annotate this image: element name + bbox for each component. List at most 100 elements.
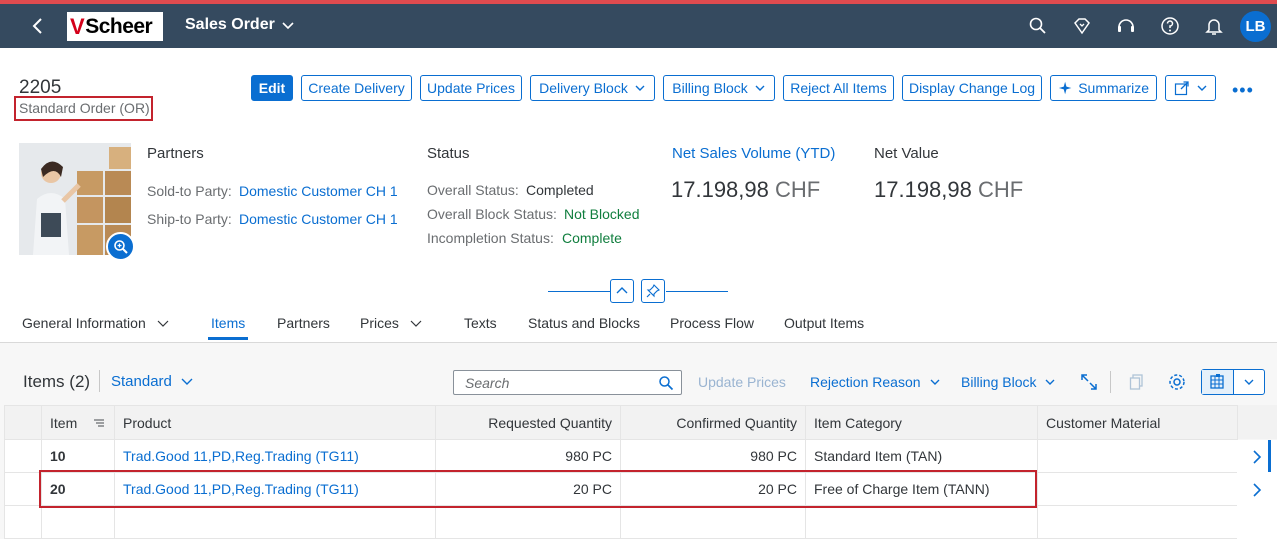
create-delivery-button[interactable]: Create Delivery <box>301 75 412 101</box>
column-header-item[interactable]: Item <box>41 405 115 440</box>
gear-icon <box>1169 374 1185 390</box>
shell-help-button[interactable] <box>1159 15 1181 37</box>
chevron-up-icon <box>616 287 628 294</box>
tab-general-information-label: General Information <box>22 315 146 331</box>
fullscreen-icon <box>1081 374 1097 390</box>
shell-support-button[interactable] <box>1115 15 1137 37</box>
logo-text: Scheer <box>85 14 153 38</box>
table-row[interactable]: 10 Trad.Good 11,PD,Reg.Trading (TG11) 98… <box>4 439 1238 473</box>
incompletion-status-value: Complete <box>562 230 622 246</box>
user-avatar[interactable]: LB <box>1240 11 1271 42</box>
export-options-button[interactable] <box>1234 370 1264 394</box>
delivery-block-menu[interactable]: Delivery Block <box>530 75 655 101</box>
customer-material-cell <box>1037 472 1238 506</box>
tab-texts[interactable]: Texts <box>464 315 497 331</box>
tab-output-items[interactable]: Output Items <box>784 315 864 331</box>
pin-header-button[interactable] <box>641 279 665 303</box>
empty-table-row <box>4 505 1238 539</box>
items-update-prices-button[interactable]: Update Prices <box>698 374 786 390</box>
table-header-row: Item Product Requested Quantity Confirme… <box>4 405 1238 440</box>
shell-bar: V Scheer Sales Order LB <box>0 4 1277 48</box>
image-zoom-button[interactable] <box>106 232 135 261</box>
status-section-title: Status <box>427 145 470 162</box>
search-icon[interactable] <box>658 375 674 391</box>
share-menu-button[interactable] <box>1165 75 1216 101</box>
column-header-requested-quantity[interactable]: Requested Quantity <box>435 405 621 440</box>
net-sales-amount: 17.198,98 <box>671 177 769 202</box>
tab-process-flow[interactable]: Process Flow <box>670 315 754 331</box>
update-prices-button[interactable]: Update Prices <box>420 75 522 101</box>
tab-items[interactable]: Items <box>211 315 245 331</box>
column-selector-header[interactable] <box>4 405 42 440</box>
more-actions-icon[interactable]: ••• <box>1232 80 1254 101</box>
column-header-item-category[interactable]: Item Category <box>805 405 1038 440</box>
row-navigation-button[interactable] <box>1237 473 1277 506</box>
product-link[interactable]: Trad.Good 11,PD,Reg.Trading (TG11) <box>114 439 436 473</box>
sold-to-label: Sold-to Party: <box>147 183 232 199</box>
sparkle-icon <box>1058 81 1072 95</box>
chevron-right-icon <box>1253 482 1262 497</box>
requested-quantity-cell: 980 PC <box>435 439 621 473</box>
column-header-product[interactable]: Product <box>114 405 436 440</box>
display-change-log-button[interactable]: Display Change Log <box>902 75 1042 101</box>
app-title-menu[interactable]: Sales Order <box>185 16 295 34</box>
overall-status-label: Overall Status: <box>427 182 519 198</box>
edit-button[interactable]: Edit <box>251 75 293 101</box>
empty-cell <box>41 505 115 539</box>
reject-all-items-button[interactable]: Reject All Items <box>783 75 894 101</box>
column-header-item-label: Item <box>50 414 78 431</box>
back-button[interactable] <box>26 14 50 38</box>
billing-block-menu[interactable]: Billing Block <box>663 75 775 101</box>
chevron-right-icon <box>1253 449 1262 464</box>
row-selector-cell[interactable] <box>4 472 42 506</box>
export-button[interactable] <box>1202 370 1234 394</box>
company-logo[interactable]: V Scheer <box>67 12 163 41</box>
confirmed-quantity-cell: 980 PC <box>620 439 806 473</box>
customer-material-cell <box>1037 439 1238 473</box>
row-navigation-button[interactable] <box>1237 440 1277 473</box>
empty-cell <box>114 505 436 539</box>
shell-ai-button[interactable] <box>1071 15 1093 37</box>
overall-status-value: Completed <box>526 182 594 198</box>
collapse-header-button[interactable] <box>610 279 634 303</box>
header-divider-right <box>666 291 728 292</box>
chevron-down-icon <box>282 22 294 30</box>
net-sales-unit: CHF <box>775 177 821 202</box>
table-settings-button[interactable] <box>1167 372 1187 392</box>
tab-partners[interactable]: Partners <box>277 315 330 331</box>
sold-to-party-link[interactable]: Domestic Customer CH 1 <box>239 183 398 199</box>
billing-block-label: Billing Block <box>672 80 748 96</box>
shell-search-button[interactable] <box>1027 15 1049 37</box>
header-divider-left <box>548 291 610 292</box>
items-search-input[interactable]: Search <box>453 370 682 395</box>
shell-notifications-button[interactable] <box>1203 15 1225 37</box>
rejection-reason-menu[interactable]: Rejection Reason <box>810 374 941 390</box>
export-split-button[interactable] <box>1201 369 1265 395</box>
search-icon <box>1029 17 1046 34</box>
variant-management[interactable]: Standard <box>99 370 194 392</box>
net-value-title: Net Value <box>874 145 939 162</box>
incompletion-status-label: Incompletion Status: <box>427 230 554 246</box>
item-number-cell: 10 <box>41 439 115 473</box>
chevron-down-icon <box>410 320 422 327</box>
highlight-box-order-type <box>14 96 153 121</box>
row-selector-cell[interactable] <box>4 439 42 473</box>
tab-general-information[interactable]: General Information <box>22 315 170 331</box>
fullscreen-button[interactable] <box>1079 372 1099 392</box>
column-header-confirmed-quantity[interactable]: Confirmed Quantity <box>620 405 806 440</box>
partners-section-title: Partners <box>147 145 204 162</box>
ship-to-party-link[interactable]: Domestic Customer CH 1 <box>239 211 398 227</box>
empty-cell <box>620 505 806 539</box>
headset-icon <box>1118 19 1134 32</box>
summarize-button[interactable]: Summarize <box>1050 75 1157 101</box>
column-header-customer-material[interactable]: Customer Material <box>1037 405 1238 440</box>
items-billing-block-menu[interactable]: Billing Block <box>961 374 1056 390</box>
pin-icon <box>646 284 660 298</box>
help-icon <box>1161 17 1179 35</box>
net-sales-volume-link[interactable]: Net Sales Volume (YTD) <box>672 145 835 162</box>
tab-status-and-blocks[interactable]: Status and Blocks <box>528 315 640 331</box>
app-title: Sales Order <box>185 16 275 33</box>
chevron-down-icon <box>635 85 645 91</box>
copy-button[interactable] <box>1127 372 1147 392</box>
tab-prices[interactable]: Prices <box>360 315 423 331</box>
